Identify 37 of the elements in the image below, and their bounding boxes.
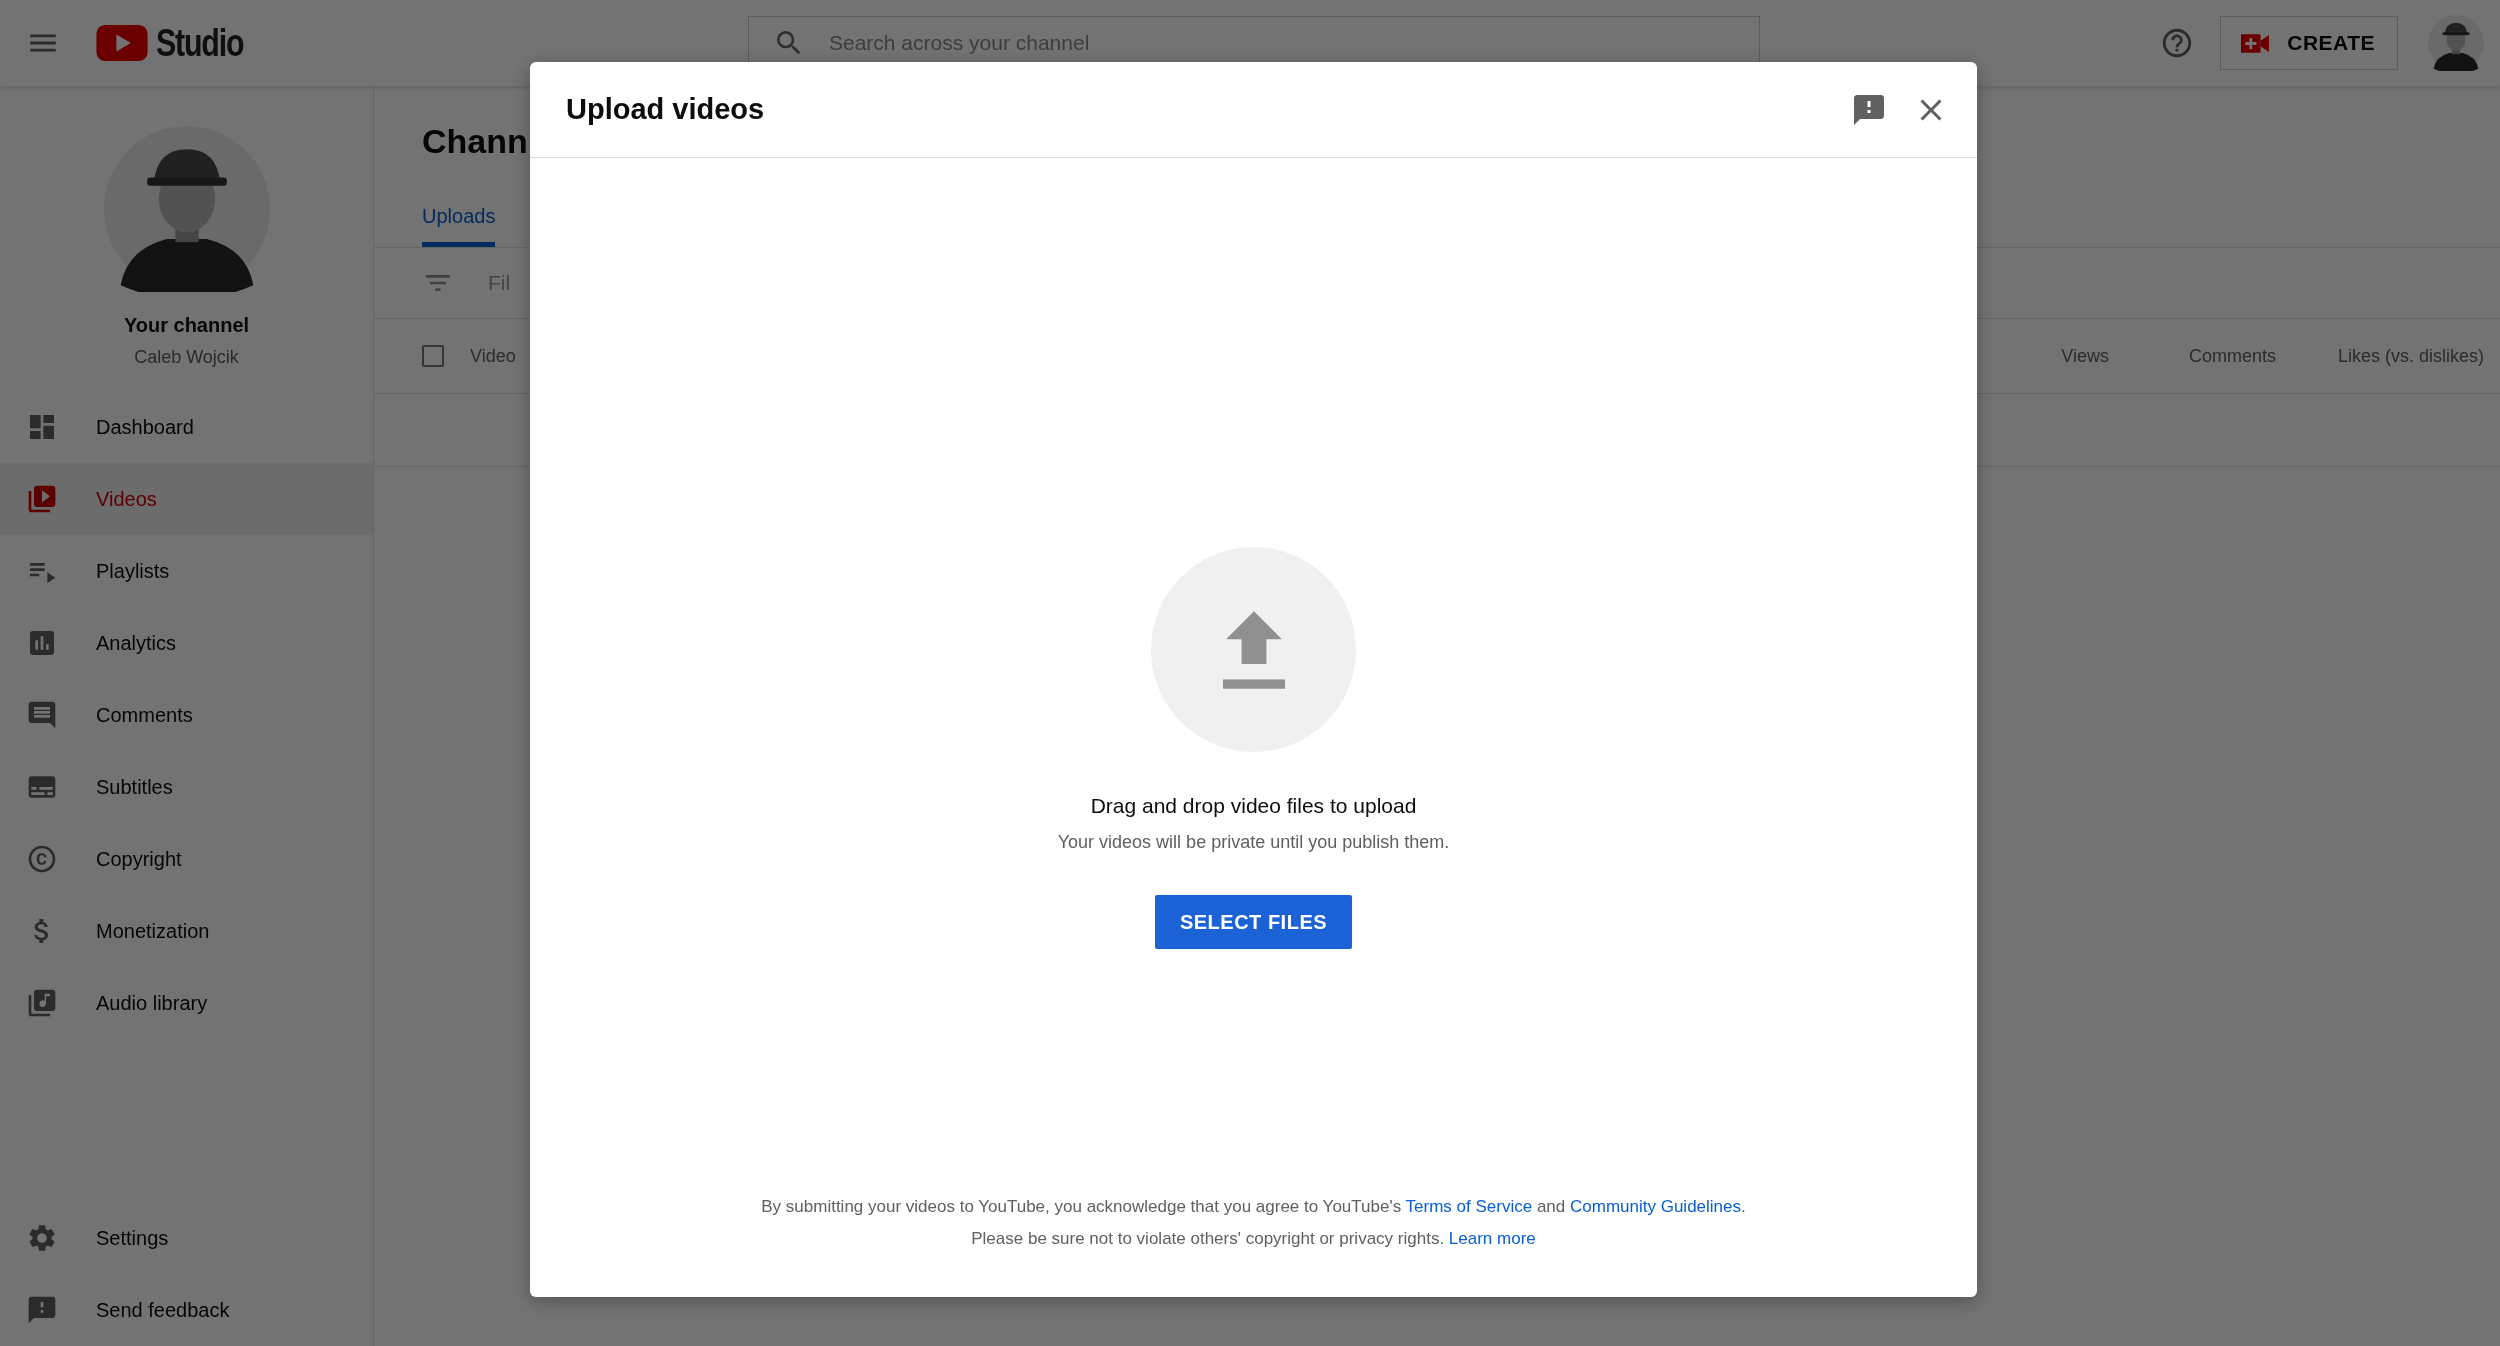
sidebar-item[interactable]: Monetization	[0, 895, 373, 967]
channel-title: Your channel	[123, 314, 250, 337]
sidebar-item[interactable]: Videos	[0, 463, 373, 535]
sidebar-item[interactable]: Send feedback	[0, 1274, 373, 1346]
sidebar-item[interactable]: Subtitles	[0, 751, 373, 823]
dialog-title: Upload videos	[566, 93, 766, 126]
link[interactable]: Community Guidelines	[1570, 1197, 1741, 1216]
column-header: Comments	[2188, 345, 2276, 367]
sidebar-item[interactable]: Playlists	[0, 535, 373, 607]
sidebar-item[interactable]: Comments	[0, 679, 373, 751]
sidebar-item[interactable]: Copyright	[0, 823, 373, 895]
drop-heading: Drag and drop video files to upload	[1090, 794, 1417, 818]
play-logo-icon	[96, 25, 148, 61]
column-header: Likes (vs. dislikes)	[2337, 345, 2484, 367]
tab[interactable]: Uploads	[422, 205, 496, 247]
create-button[interactable]: CREATE	[2220, 16, 2398, 70]
music-note-icon	[26, 987, 58, 1019]
video-stack-icon	[26, 483, 58, 515]
copyright-icon	[26, 843, 58, 875]
column-header: Views	[2061, 345, 2109, 367]
link[interactable]: Terms of Service	[1405, 1197, 1533, 1216]
select-files-button[interactable]: SELECT FILES	[1154, 895, 1353, 949]
sidebar-item[interactable]: Analytics	[0, 607, 373, 679]
terms-text: By submitting your videos to YouTube, you acknowledge that you agree to YouTube's Terms of Service and Community Guidelines.	[761, 1197, 1746, 1217]
link[interactable]: Learn more	[1448, 1229, 1536, 1248]
checkbox[interactable]	[422, 345, 444, 367]
drop-subtext: Your videos will be private until you publish them.	[1057, 832, 1450, 853]
sidebar-item[interactable]: Dashboard	[0, 391, 373, 463]
terms-text: Please be sure not to violate others' copyright or privacy rights. Learn more	[971, 1229, 1536, 1249]
column-header: Video	[470, 345, 516, 367]
page-title: Chann	[422, 122, 529, 161]
upload-arrow-icon	[1222, 610, 1285, 689]
logo-text: Studio	[156, 21, 244, 65]
sidebar-item[interactable]: Audio library	[0, 967, 373, 1039]
video-camera-plus-icon	[2241, 33, 2270, 53]
channel-name: Caleb Wojcik	[134, 347, 239, 368]
sidebar-item[interactable]: Settings	[0, 1202, 373, 1274]
